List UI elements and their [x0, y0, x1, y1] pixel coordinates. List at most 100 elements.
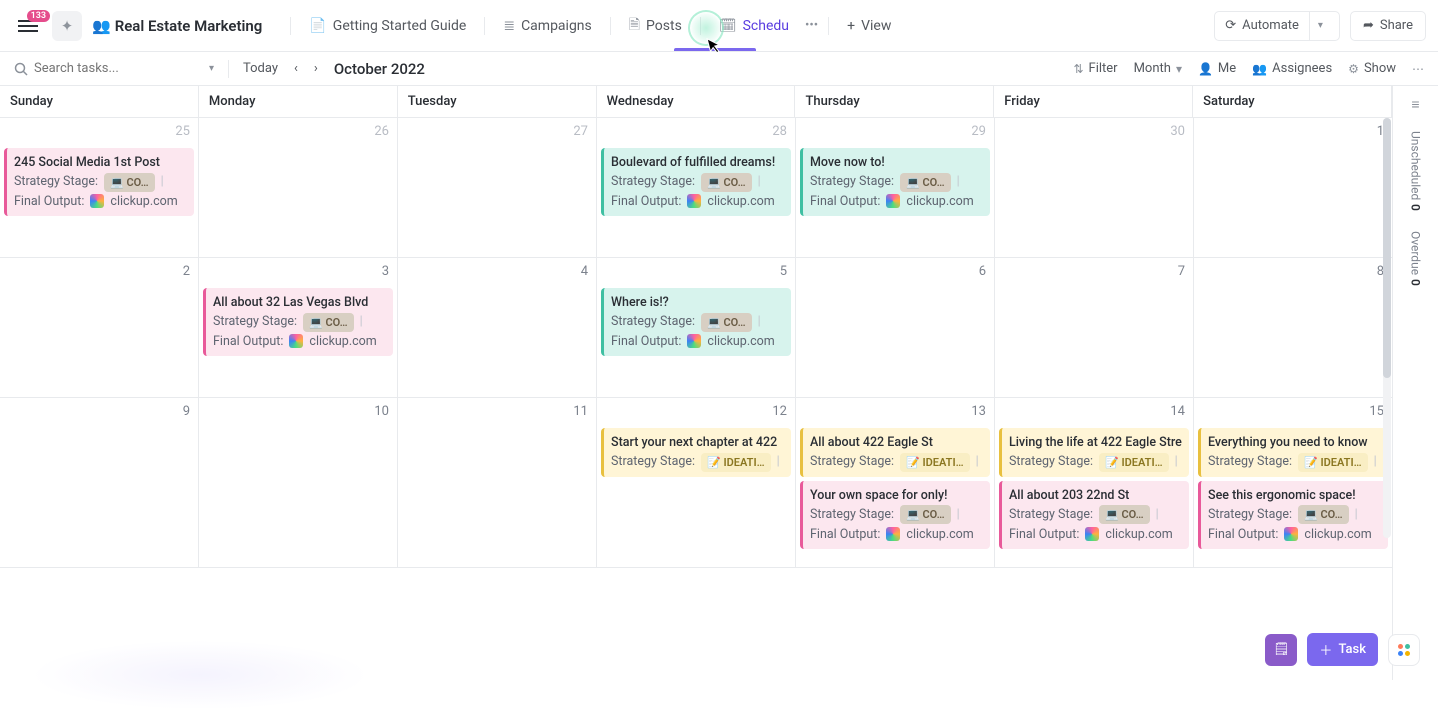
clickup-icon — [687, 194, 701, 208]
search-input[interactable] — [34, 61, 174, 76]
calendar-day[interactable]: 11 — [398, 398, 597, 567]
calendar-day[interactable]: 8 — [1194, 258, 1392, 397]
calendar-day[interactable]: 15 Everything you need to knowStrategy St… — [1194, 398, 1392, 567]
title-text: Real Estate Marketing — [115, 17, 263, 35]
calendar-day[interactable]: 6 — [796, 258, 995, 397]
calendar-day[interactable]: 7 — [995, 258, 1194, 397]
add-view-button[interactable]: + View — [833, 18, 905, 34]
search-icon — [14, 62, 28, 76]
task-card[interactable]: Everything you need to knowStrategy Stag… — [1198, 428, 1388, 477]
person-icon: 👤 — [1198, 62, 1213, 76]
task-card[interactable]: All about 203 22nd StStrategy Stage:💻 CO… — [999, 481, 1189, 549]
stage-badge: 📝 IDEATI… — [1298, 453, 1368, 472]
calendar-day[interactable]: 12Start your next chapter at 422Strategy… — [597, 398, 796, 567]
stage-badge: 💻 CO… — [900, 173, 951, 192]
task-card[interactable]: Start your next chapter at 422Strategy S… — [601, 428, 791, 477]
calendar-day[interactable]: 5 Where is!?Strategy Stage:💻 CO…|Final Ou… — [597, 258, 796, 397]
day-number: 6 — [979, 264, 986, 279]
new-task-fab[interactable]: ＋ Task — [1307, 633, 1378, 666]
tab-getting-started[interactable]: 📄 Getting Started Guide — [295, 0, 480, 51]
calendar-day[interactable]: 27 — [398, 118, 597, 257]
task-card[interactable]: See this ergonomic space!Strategy Stage:… — [1198, 481, 1388, 549]
calendar-day[interactable]: 1 — [1194, 118, 1392, 257]
assignees-filter[interactable]: 👥 Assignees — [1252, 61, 1332, 76]
more-options[interactable]: ⋯ — [1412, 62, 1424, 76]
clickup-icon — [289, 334, 303, 348]
overdue-panel[interactable]: Overdue 0 — [1409, 231, 1423, 286]
calendar-day[interactable]: 3 All about 32 Las Vegas BlvdStrategy Sta… — [199, 258, 398, 397]
day-number: 5 — [780, 264, 787, 279]
calendar-icon: 🗓 — [719, 18, 737, 34]
task-card[interactable]: All about 32 Las Vegas BlvdStrategy Stag… — [203, 288, 393, 356]
calendar-day[interactable]: 30 — [995, 118, 1194, 257]
automate-icon: ⟳ — [1225, 18, 1236, 33]
hamburger-menu[interactable]: 133 — [12, 14, 44, 38]
next-month-button[interactable]: › — [310, 59, 322, 78]
calendar-day[interactable]: 9 — [0, 398, 199, 567]
task-card[interactable]: 245 Social Media 1st PostStrategy Stage:… — [4, 148, 194, 216]
rail-toggle-icon[interactable]: ≡ — [1411, 96, 1419, 113]
ellipsis-icon: ⋯ — [1412, 62, 1424, 76]
task-card[interactable]: Living the life at 422 Eagle StreStrateg… — [999, 428, 1189, 477]
page-title[interactable]: 👥 Real Estate Marketing — [92, 17, 262, 35]
scrollbar[interactable] — [1383, 118, 1391, 538]
unscheduled-panel[interactable]: Unscheduled 0 — [1409, 131, 1423, 211]
task-title: Move now to! — [810, 153, 983, 172]
day-number: 3 — [382, 264, 389, 279]
day-number: 30 — [1170, 124, 1185, 139]
tab-campaigns[interactable]: ≣ Campaigns — [489, 0, 605, 51]
clickup-icon — [1085, 527, 1099, 541]
day-number: 10 — [374, 404, 389, 419]
month-selector[interactable]: Month ▾ — [1134, 61, 1182, 76]
calendar-day[interactable]: 4 — [398, 258, 597, 397]
day-number: 7 — [1178, 264, 1185, 279]
calendar-day[interactable]: 13All about 422 Eagle StStrategy Stage:📝… — [796, 398, 995, 567]
calendar-day[interactable]: 2 — [0, 258, 199, 397]
calendar-day[interactable]: 26 — [199, 118, 398, 257]
day-header: Wednesday — [597, 86, 796, 117]
plus-icon: ＋ — [1319, 640, 1332, 659]
tab-posts[interactable]: 🗎 Posts — [615, 0, 696, 51]
day-number: 4 — [581, 264, 588, 279]
apps-fab[interactable] — [1388, 634, 1420, 666]
calendar-day[interactable]: 25245 Social Media 1st PostStrategy Stag… — [0, 118, 199, 257]
doc-icon: 🗎 — [629, 14, 640, 38]
doc-icon: 📄 — [309, 18, 326, 34]
stage-badge: 📝 IDEATI… — [701, 453, 771, 472]
tab-schedule[interactable]: 🗓 Schedu — [705, 0, 803, 51]
clickup-icon — [687, 334, 701, 348]
filter-button[interactable]: ⇅ Filter — [1073, 61, 1117, 76]
day-number: 15 — [1369, 404, 1384, 419]
calendar-day[interactable]: 10 — [199, 398, 398, 567]
task-title: 245 Social Media 1st Post — [14, 153, 187, 172]
day-number: 2 — [183, 264, 190, 279]
clickup-icon — [1284, 527, 1298, 541]
notification-badge: 133 — [27, 10, 50, 22]
task-card[interactable]: Boulevard of fulfilled dreams!Strategy S… — [601, 148, 791, 216]
share-button[interactable]: ➦ Share — [1350, 11, 1426, 41]
chevron-down-icon[interactable]: ▾ — [209, 63, 214, 74]
chevron-down-icon[interactable]: ▾ — [1309, 12, 1329, 40]
stage-badge: 💻 CO… — [701, 173, 752, 192]
task-title: All about 32 Las Vegas Blvd — [213, 293, 386, 312]
prev-month-button[interactable]: ‹ — [290, 59, 302, 78]
task-card[interactable]: Your own space for only!Strategy Stage:💻… — [800, 481, 990, 549]
gear-icon: ⚙ — [1348, 62, 1359, 76]
clickup-icon — [90, 194, 104, 208]
show-button[interactable]: ⚙ Show — [1348, 61, 1396, 76]
task-card[interactable]: All about 422 Eagle StStrategy Stage:📝 I… — [800, 428, 990, 477]
automate-button[interactable]: ⟳ Automate ▾ — [1214, 11, 1340, 41]
me-filter[interactable]: 👤 Me — [1198, 61, 1236, 76]
list-icon: ≣ — [503, 18, 515, 34]
calendar-day[interactable]: 28Boulevard of fulfilled dreams!Strategy… — [597, 118, 796, 257]
task-title: Living the life at 422 Eagle Stre — [1009, 433, 1182, 452]
notepad-fab[interactable]: 🗒 — [1265, 634, 1297, 666]
sparkle-icon[interactable]: ✦ — [52, 11, 82, 41]
calendar-day[interactable]: 14Living the life at 422 Eagle StreStrat… — [995, 398, 1194, 567]
day-header: Saturday — [1193, 86, 1392, 117]
today-button[interactable]: Today — [243, 61, 278, 76]
task-card[interactable]: Move now to!Strategy Stage:💻 CO…|Final O… — [800, 148, 990, 216]
calendar-day[interactable]: 29Move now to!Strategy Stage:💻 CO…|Final… — [796, 118, 995, 257]
title-emoji-icon: 👥 — [92, 17, 111, 35]
task-card[interactable]: Where is!?Strategy Stage:💻 CO…|Final Out… — [601, 288, 791, 356]
